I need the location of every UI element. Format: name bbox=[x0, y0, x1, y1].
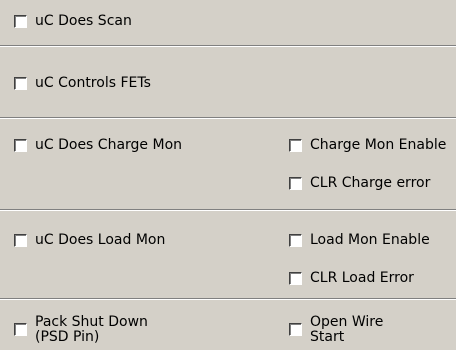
charge-mon-enable-checkbox[interactable]: Charge Mon Enable bbox=[289, 137, 446, 154]
uc-does-charge-mon-label: uC Does Charge Mon bbox=[35, 137, 183, 153]
checkbox-box-icon[interactable] bbox=[289, 272, 302, 285]
checkbox-box-icon[interactable] bbox=[14, 77, 27, 90]
pack-shut-down-checkbox[interactable]: Pack Shut Down (PSD Pin) bbox=[14, 315, 148, 345]
separator-3 bbox=[0, 209, 456, 211]
pack-shut-down-label: Pack Shut Down (PSD Pin) bbox=[35, 314, 148, 345]
uc-does-load-mon-label: uC Does Load Mon bbox=[35, 232, 166, 248]
checkbox-box-icon[interactable] bbox=[14, 234, 27, 247]
uc-does-charge-mon-checkbox[interactable]: uC Does Charge Mon bbox=[14, 137, 182, 154]
clr-charge-error-label: CLR Charge error bbox=[310, 175, 431, 191]
clr-charge-error-checkbox[interactable]: CLR Charge error bbox=[289, 175, 430, 192]
uc-does-scan-checkbox[interactable]: uC Does Scan bbox=[14, 13, 132, 30]
load-mon-enable-label: Load Mon Enable bbox=[310, 232, 430, 248]
checkbox-box-icon[interactable] bbox=[14, 139, 27, 152]
open-wire-start-checkbox[interactable]: Open Wire Start bbox=[289, 315, 383, 345]
open-wire-start-label: Open Wire Start bbox=[310, 314, 384, 345]
checkbox-box-icon[interactable] bbox=[14, 15, 27, 28]
uc-does-load-mon-checkbox[interactable]: uC Does Load Mon bbox=[14, 232, 165, 249]
uc-does-scan-label: uC Does Scan bbox=[35, 13, 132, 29]
checkbox-box-icon[interactable] bbox=[289, 323, 302, 336]
checkbox-box-icon[interactable] bbox=[289, 139, 302, 152]
charge-mon-enable-label: Charge Mon Enable bbox=[310, 137, 447, 153]
checkbox-box-icon[interactable] bbox=[14, 323, 27, 336]
checkbox-box-icon[interactable] bbox=[289, 177, 302, 190]
separator-1 bbox=[0, 45, 456, 47]
separator-4 bbox=[0, 298, 456, 300]
uc-controls-fets-label: uC Controls FETs bbox=[35, 75, 151, 91]
load-mon-enable-checkbox[interactable]: Load Mon Enable bbox=[289, 232, 430, 249]
separator-2 bbox=[0, 117, 456, 119]
clr-load-error-checkbox[interactable]: CLR Load Error bbox=[289, 270, 414, 287]
checkbox-box-icon[interactable] bbox=[289, 234, 302, 247]
clr-load-error-label: CLR Load Error bbox=[310, 270, 414, 286]
uc-controls-fets-checkbox[interactable]: uC Controls FETs bbox=[14, 75, 151, 92]
